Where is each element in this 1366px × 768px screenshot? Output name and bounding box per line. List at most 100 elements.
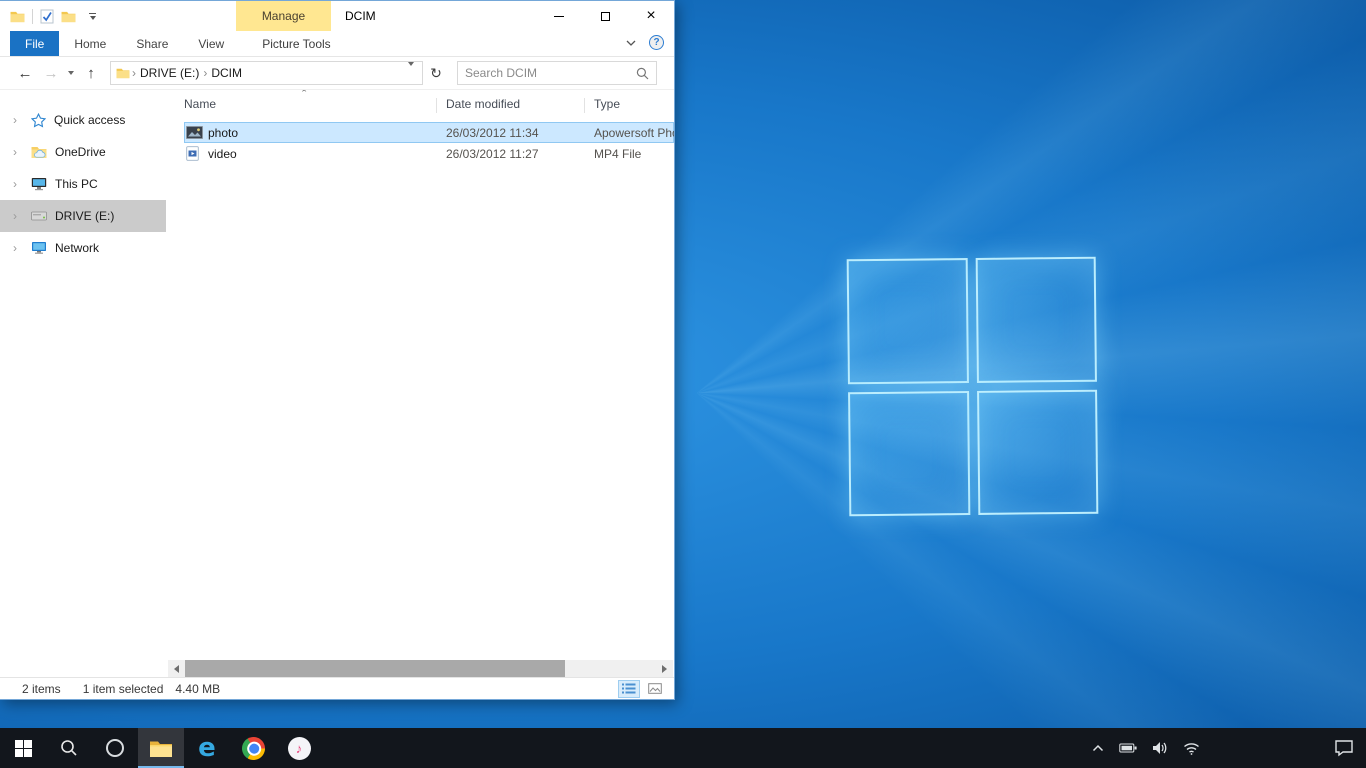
address-dropdown[interactable] bbox=[405, 66, 417, 81]
up-button[interactable]: ↑ bbox=[78, 65, 104, 82]
back-button[interactable]: ← bbox=[12, 65, 38, 82]
edge-icon: e bbox=[198, 735, 216, 761]
column-header-type[interactable]: Type bbox=[594, 97, 620, 111]
search-box bbox=[457, 61, 657, 85]
selection-count: 1 item selected bbox=[83, 682, 164, 696]
chevron-right-icon: › bbox=[13, 241, 23, 255]
tab-file[interactable]: File bbox=[10, 31, 59, 56]
volume-icon[interactable] bbox=[1152, 741, 1168, 755]
refresh-button[interactable]: ↻ bbox=[423, 64, 449, 83]
scrollbar-thumb[interactable] bbox=[185, 660, 565, 677]
navigation-pane: › Quick access › OneDrive › This PC bbox=[0, 90, 166, 660]
minimize-button[interactable] bbox=[536, 1, 582, 31]
navigation-bar: ← → ↑ › DRIVE (E:) › DCIM ↻ bbox=[0, 57, 674, 90]
customize-qat-dropdown[interactable] bbox=[83, 11, 102, 22]
battery-icon[interactable] bbox=[1119, 743, 1137, 753]
windows-logo-wallpaper bbox=[847, 257, 1099, 517]
horizontal-scrollbar[interactable] bbox=[168, 660, 673, 677]
title-bar[interactable]: Manage DCIM × bbox=[0, 1, 674, 31]
cortana-circle-icon bbox=[106, 739, 124, 757]
search-icon bbox=[636, 67, 649, 80]
status-bar: 2 items 1 item selected 4.40 MB bbox=[0, 677, 674, 699]
forward-button[interactable]: → bbox=[38, 65, 64, 82]
window-content: › Quick access › OneDrive › This PC bbox=[0, 90, 674, 660]
file-row-video[interactable]: video 26/03/2012 11:27 MP4 File bbox=[184, 143, 674, 164]
column-divider[interactable] bbox=[584, 98, 585, 113]
window-title: DCIM bbox=[345, 1, 376, 31]
expand-ribbon-chevron-icon[interactable] bbox=[626, 40, 636, 46]
sidebar-item-this-pc[interactable]: › This PC bbox=[0, 168, 166, 200]
address-bar[interactable]: › DRIVE (E:) › DCIM bbox=[110, 61, 423, 85]
column-header-name[interactable]: Name bbox=[184, 97, 216, 111]
details-view-button[interactable] bbox=[618, 680, 640, 698]
windows-logo-pane bbox=[848, 391, 970, 517]
video-file-icon bbox=[186, 143, 199, 164]
network-wifi-icon[interactable] bbox=[1183, 742, 1200, 755]
chevron-right-icon: › bbox=[13, 177, 23, 191]
quick-access-star-icon bbox=[31, 113, 46, 128]
scroll-right-arrow[interactable] bbox=[656, 660, 673, 677]
thumbnails-view-button[interactable] bbox=[644, 680, 666, 698]
item-count: 2 items bbox=[22, 682, 61, 696]
quick-access-toolbar bbox=[10, 1, 102, 31]
column-divider[interactable] bbox=[436, 98, 437, 113]
taskbar-itunes-button[interactable]: ♪ bbox=[276, 728, 322, 768]
selection-size: 4.40 MB bbox=[175, 682, 220, 696]
windows-logo-pane bbox=[977, 389, 1099, 515]
drive-icon bbox=[31, 211, 47, 221]
sidebar-item-onedrive[interactable]: › OneDrive bbox=[0, 136, 166, 168]
network-icon bbox=[31, 241, 47, 255]
taskbar-file-explorer-button[interactable] bbox=[138, 728, 184, 768]
recent-locations-dropdown[interactable] bbox=[64, 71, 78, 75]
show-hidden-icons-chevron[interactable] bbox=[1092, 744, 1104, 752]
onedrive-icon bbox=[31, 145, 47, 159]
maximize-button[interactable] bbox=[582, 1, 628, 31]
file-row-photo[interactable]: photo 26/03/2012 11:34 Apowersoft Pho bbox=[184, 122, 674, 143]
ribbon-controls: ? bbox=[626, 35, 664, 50]
column-header-date-modified[interactable]: Date modified bbox=[446, 97, 520, 111]
cortana-button[interactable] bbox=[92, 728, 138, 768]
sort-ascending-icon: ˆ bbox=[302, 90, 306, 102]
new-folder-button[interactable] bbox=[61, 10, 76, 23]
search-icon bbox=[60, 739, 78, 757]
search-input[interactable] bbox=[458, 66, 636, 80]
tab-share[interactable]: Share bbox=[121, 31, 183, 56]
chevron-right-icon: › bbox=[13, 113, 23, 127]
taskbar-search-button[interactable] bbox=[46, 728, 92, 768]
windows-logo-pane bbox=[975, 257, 1097, 383]
sidebar-item-drive-e[interactable]: › DRIVE (E:) bbox=[0, 200, 166, 232]
action-center-button[interactable] bbox=[1322, 728, 1366, 768]
file-explorer-window: Manage DCIM × File Home Share View Pictu… bbox=[0, 0, 675, 700]
file-explorer-folder-icon bbox=[149, 739, 173, 758]
photo-file-icon bbox=[186, 122, 203, 143]
taskbar-edge-button[interactable]: e bbox=[184, 728, 230, 768]
system-tray bbox=[1092, 728, 1200, 768]
sidebar-item-network[interactable]: › Network bbox=[0, 232, 166, 264]
window-controls: × bbox=[536, 1, 674, 31]
tab-picture-tools[interactable]: Picture Tools bbox=[247, 31, 345, 56]
divider bbox=[32, 9, 33, 24]
help-button[interactable]: ? bbox=[649, 35, 664, 50]
taskbar-chrome-button[interactable] bbox=[230, 728, 276, 768]
view-toggles bbox=[618, 680, 666, 698]
ribbon-tab-row: File Home Share View Picture Tools bbox=[0, 31, 674, 57]
folder-icon bbox=[10, 10, 25, 23]
chevron-right-icon: › bbox=[13, 209, 23, 223]
start-button[interactable] bbox=[0, 728, 46, 768]
this-pc-monitor-icon bbox=[31, 177, 47, 191]
breadcrumb-dcim[interactable]: DCIM bbox=[207, 66, 246, 80]
scroll-left-arrow[interactable] bbox=[168, 660, 185, 677]
file-list[interactable]: ˆ Name Date modified Type photo 26/03/20… bbox=[166, 90, 674, 660]
sidebar-item-quick-access[interactable]: › Quick access bbox=[0, 104, 166, 136]
chevron-right-icon: › bbox=[13, 145, 23, 159]
breadcrumb-drive[interactable]: DRIVE (E:) bbox=[136, 66, 203, 80]
itunes-icon: ♪ bbox=[288, 737, 311, 760]
manage-contextual-tab[interactable]: Manage bbox=[236, 1, 331, 31]
tab-view[interactable]: View bbox=[183, 31, 239, 56]
tab-home[interactable]: Home bbox=[59, 31, 121, 56]
windows-logo-pane bbox=[847, 258, 969, 384]
close-button[interactable]: × bbox=[628, 1, 674, 31]
folder-icon bbox=[116, 67, 130, 79]
properties-button[interactable] bbox=[40, 9, 54, 24]
chrome-icon bbox=[237, 732, 268, 763]
